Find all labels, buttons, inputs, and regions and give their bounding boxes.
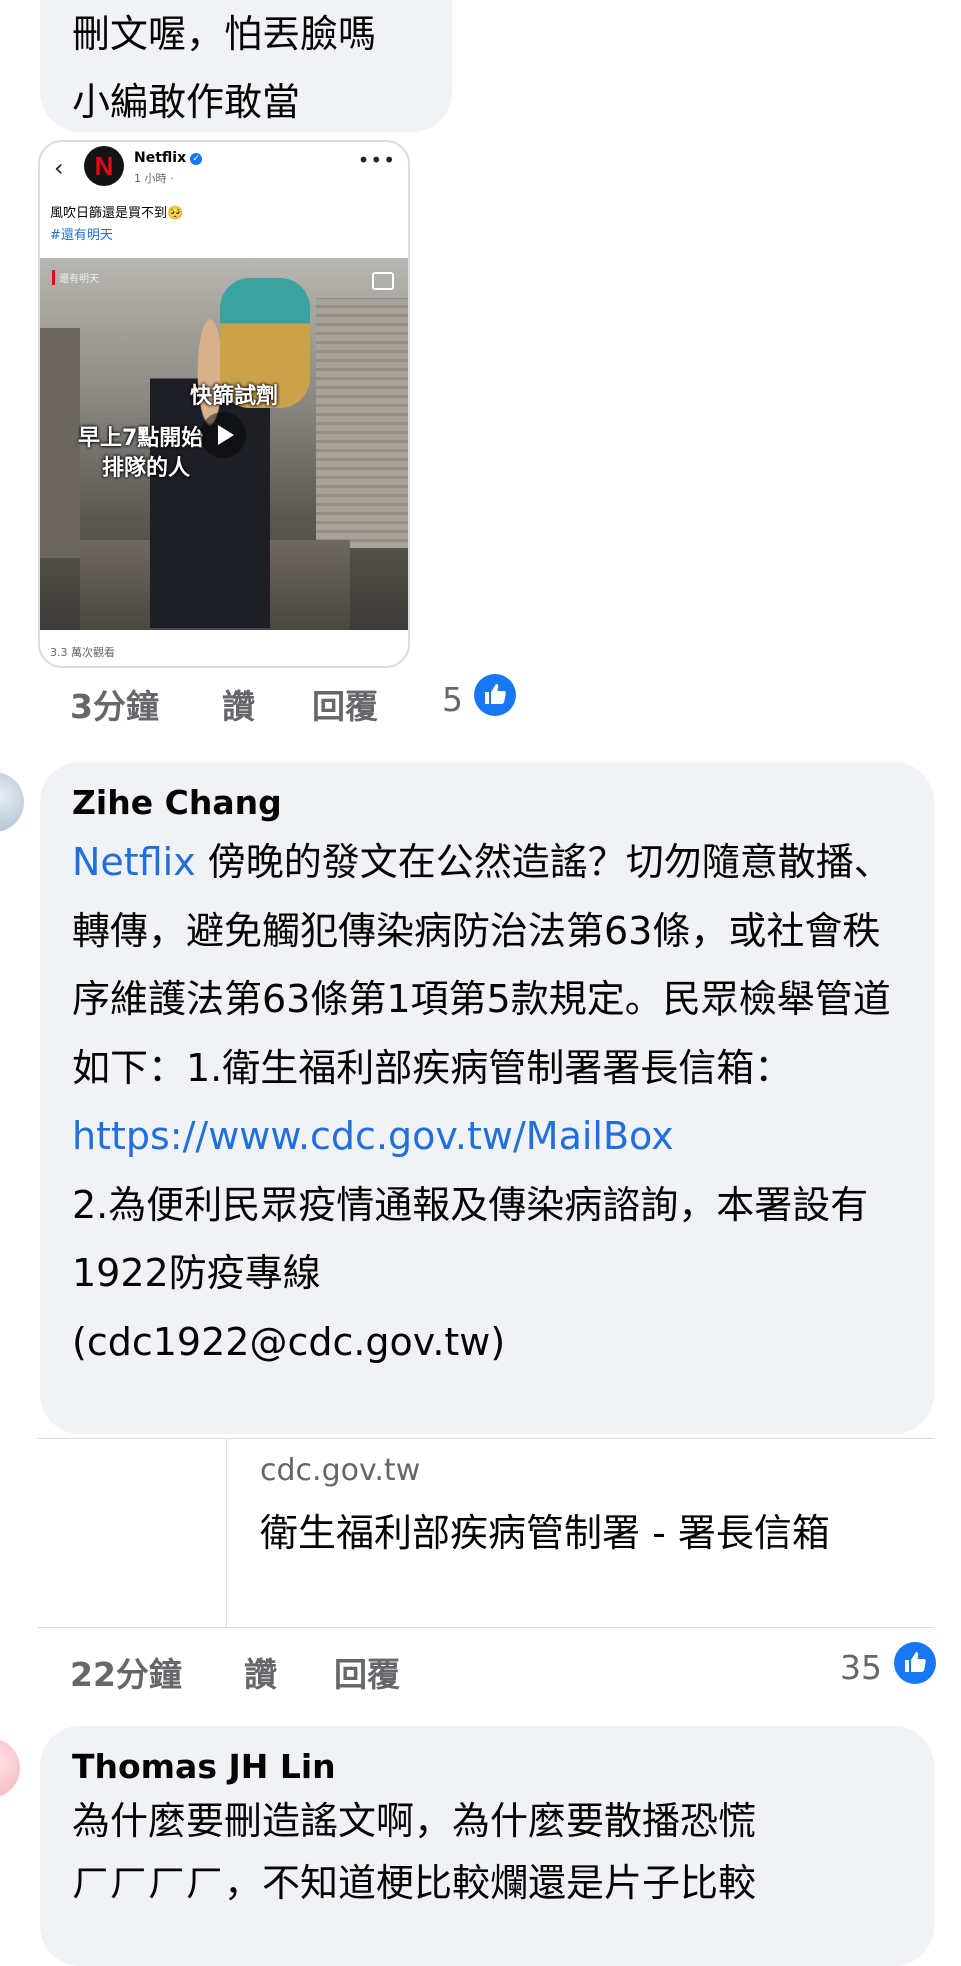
commenter-avatar[interactable] [0,772,24,832]
link-preview-title: 衛生福利部疾病管制署 - 署長信箱 [260,1511,830,1555]
back-arrow-icon: ‹ [54,154,64,182]
comment-actions: 22分鐘 讚 回覆 35 [0,1642,961,1698]
mention-link[interactable]: Netflix [72,840,196,884]
comment-text-line: ㄏㄏㄏㄏ，不知道梗比較爛還是片子比較 [72,1861,757,1905]
comment-text-line: 為什麼要刪造謠文啊，為什麼要散播恐慌 [72,1799,757,1843]
comment-text-line: 小編敢作敢當 [72,80,301,124]
reaction-count[interactable]: 5 [442,680,463,719]
video-view-count: 3.3 萬次觀看 [50,646,115,659]
video-scene-wall [40,328,80,558]
comment-timestamp[interactable]: 3分鐘 [70,680,159,728]
reply-button[interactable]: 回覆 [312,680,378,728]
comment-text: (cdc1922@cdc.gov.tw) [72,1319,506,1364]
like-button[interactable]: 讚 [244,1648,277,1696]
comment-bubble: Zihe Chang Netflix 傍晚的發文在公然造謠？切勿隨意散播、轉傳，… [40,762,934,1434]
comment-author[interactable]: Zihe Chang [72,780,902,826]
reply-button[interactable]: 回覆 [334,1648,400,1696]
more-options-icon: ••• [357,148,396,172]
commenter-avatar[interactable] [0,1738,20,1798]
video-watermark: 還有明天 [52,270,99,285]
video-overlay-text: 快篩試劑 [190,384,279,409]
like-button[interactable]: 讚 [222,680,255,728]
shared-post-caption: 風吹日篩還是買不到🥺 [50,206,184,221]
video-thumbnail[interactable]: 還有明天 快篩試劑 早上7點開始 排隊的人 [40,258,408,630]
link-preview-domain: cdc.gov.tw [260,1453,421,1488]
link-preview-card[interactable]: cdc.gov.tw 衛生福利部疾病管制署 - 署長信箱 [38,1438,934,1628]
shared-post-time: 1 小時 · [134,172,174,185]
comment-actions: 3分鐘 讚 回覆 5 [0,674,961,730]
comment-timestamp[interactable]: 22分鐘 [70,1648,182,1696]
shared-post-page-name: Netflix ✓ [134,150,203,166]
shared-post-hashtag: #還有明天 [50,228,113,243]
comment-author[interactable]: Thomas JH Lin [72,1744,902,1790]
verified-badge-icon: ✓ [190,153,203,165]
reaction-count[interactable]: 35 [840,1648,882,1687]
like-reaction-icon[interactable] [894,1642,936,1684]
shared-post-attachment[interactable]: ‹ N Netflix ✓ 1 小時 · ••• 風吹日篩還是買不到🥺 #還有明天… [38,140,410,668]
shared-post-header: ‹ N Netflix ✓ 1 小時 · ••• 風吹日篩還是買不到🥺 #還有明天 [40,142,408,243]
video-overlay-text: 排隊的人 [102,456,191,481]
comment-body: Netflix 傍晚的發文在公然造謠？切勿隨意散播、轉傳，避免觸犯傳染病防治法第… [72,828,902,1376]
comment-bubble: Thomas JH Lin 為什麼要刪造謠文啊，為什麼要散播恐慌 ㄏㄏㄏㄏ，不知… [40,1726,934,1966]
link-preview-image [38,1439,227,1627]
play-icon[interactable] [200,412,246,458]
comment-text: 2.為便利民眾疫情通報及傳染病諮詢，本署設有1922防疫專線 [72,1182,869,1296]
like-reaction-icon[interactable] [474,674,516,716]
netflix-logo: N [84,146,124,186]
cast-icon [372,272,394,290]
comment-text: 傍晚的發文在公然造謠？切勿隨意散播、轉傳，避免觸犯傳染病防治法第63條，或社會秩… [72,840,892,1090]
video-overlay-text: 早上7點開始 [78,426,204,451]
url-link[interactable]: https://www.cdc.gov.tw/MailBox [72,1114,674,1158]
comment-bubble: 刪文喔，怕丟臉嗎 小編敢作敢當 [40,0,452,132]
comment-text-line: 刪文喔，怕丟臉嗎 [72,12,377,56]
video-scene-building [316,298,408,548]
